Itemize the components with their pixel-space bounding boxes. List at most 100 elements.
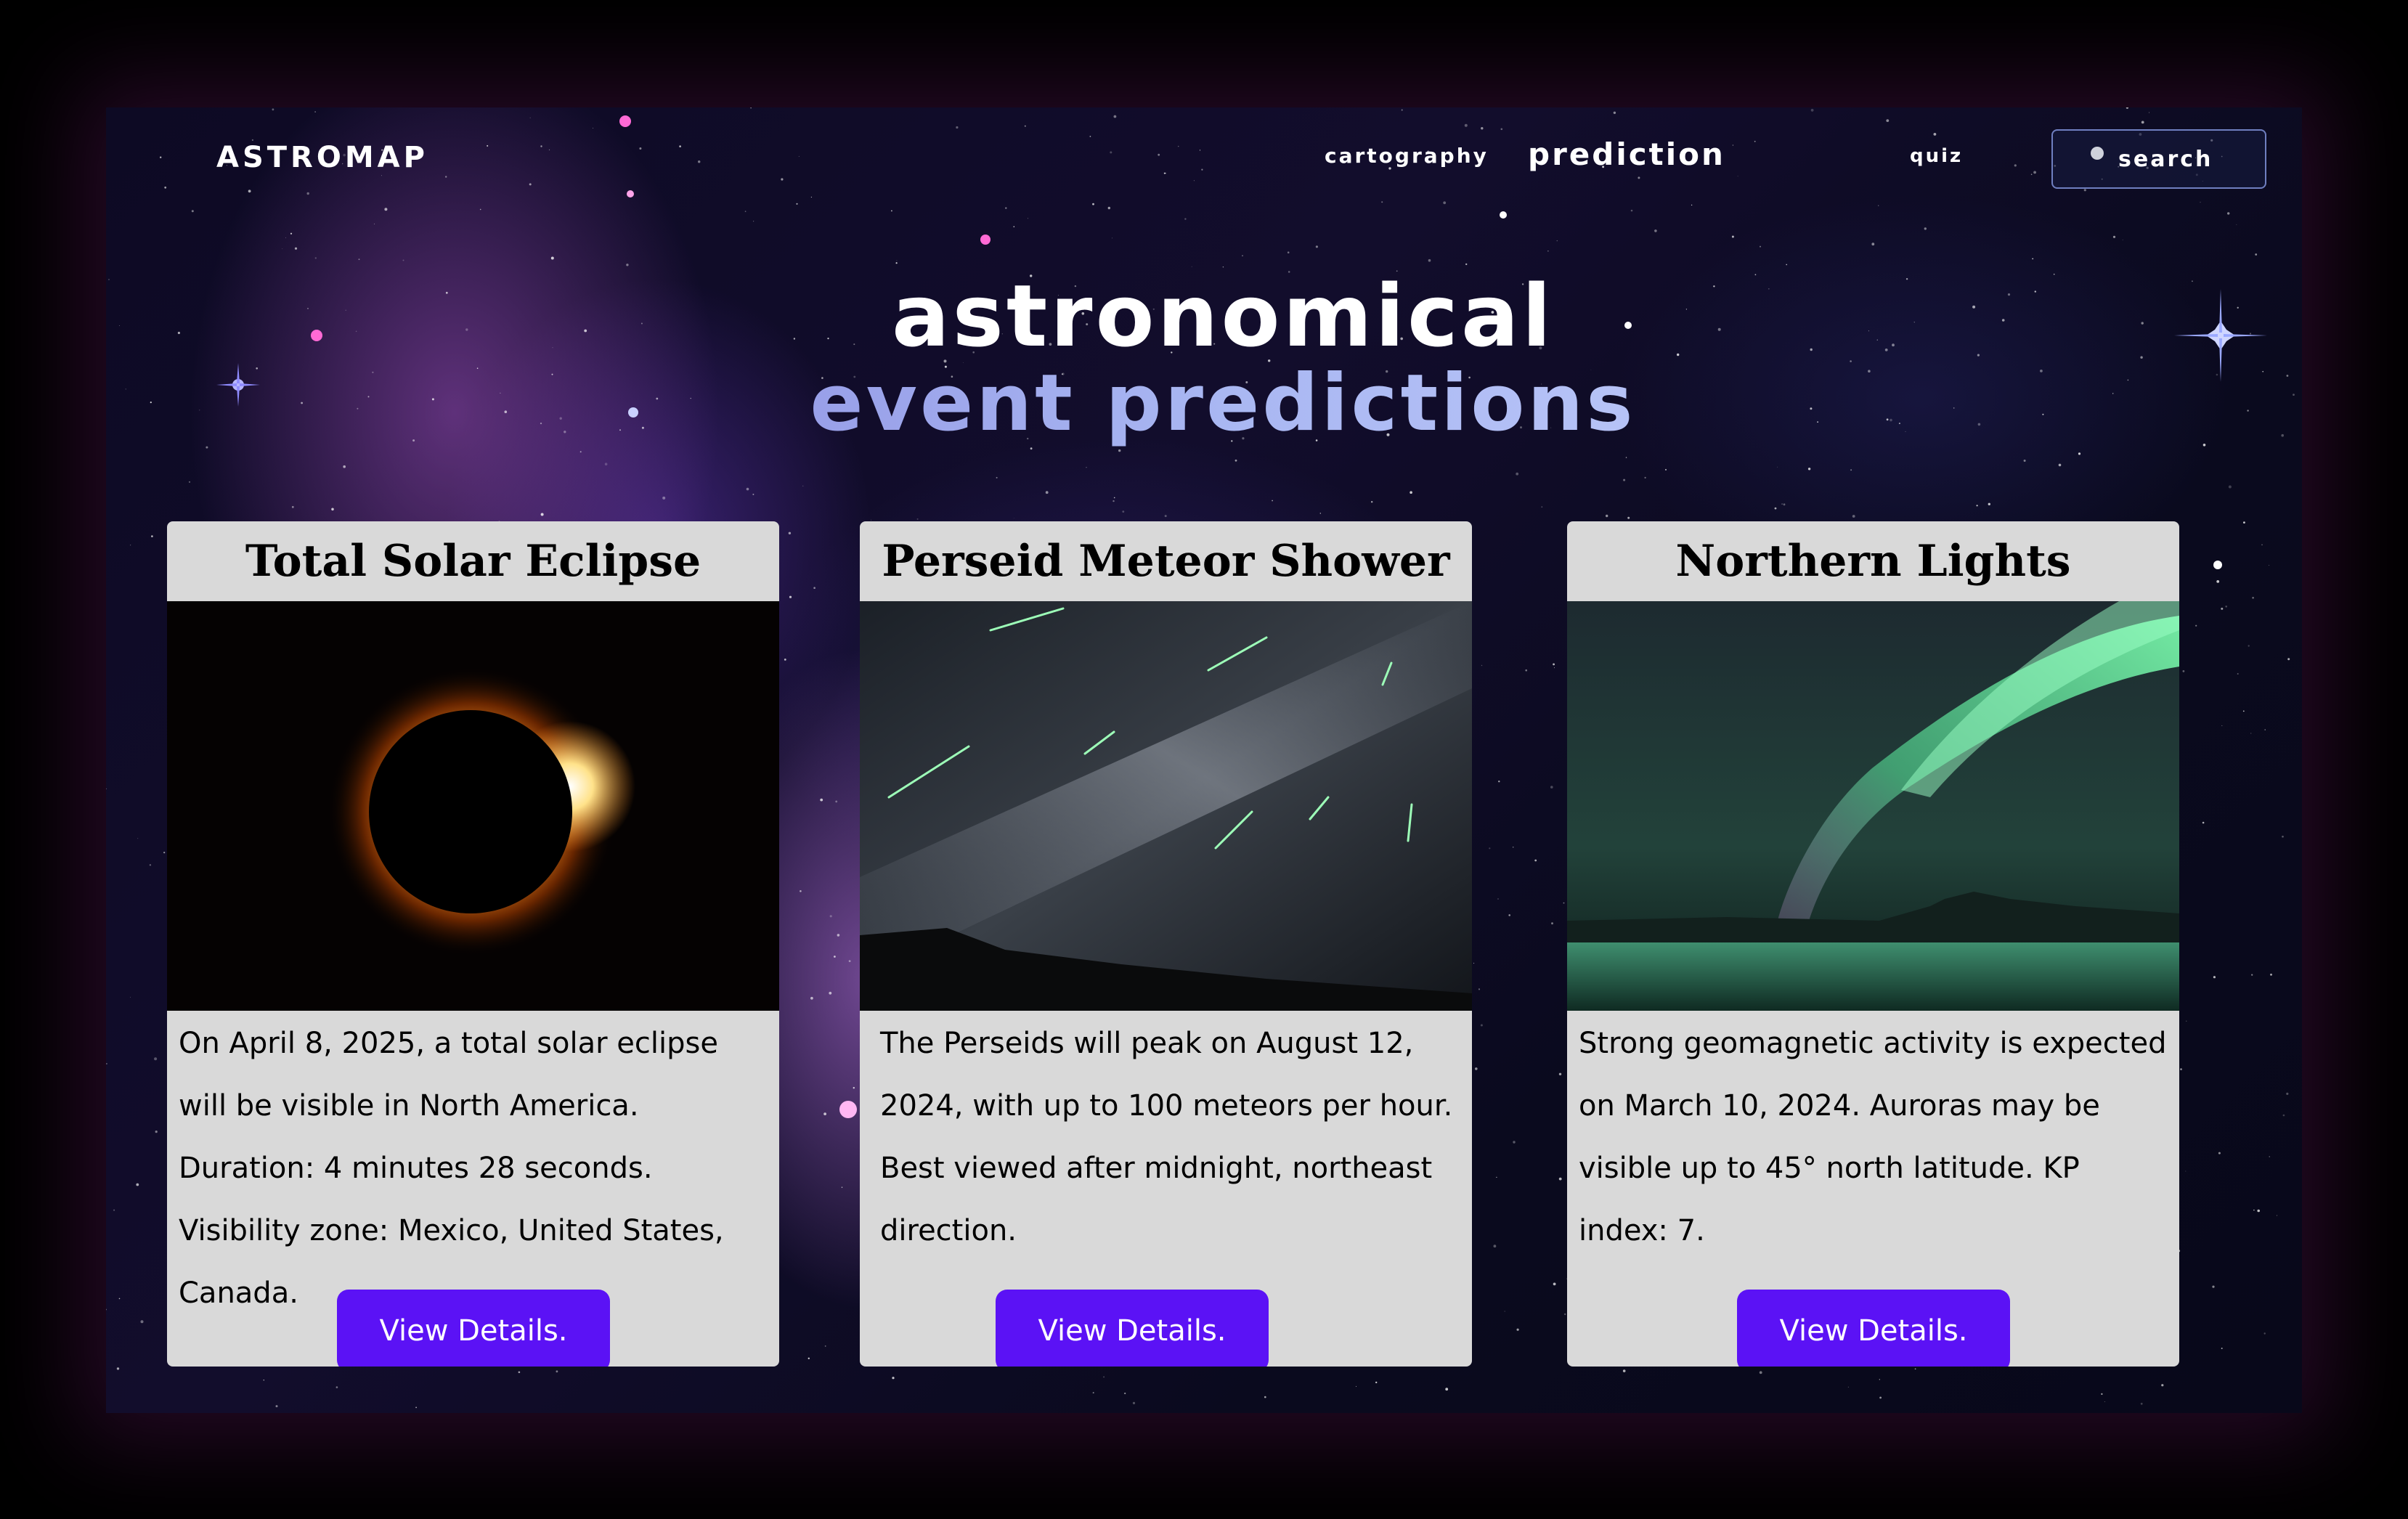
logo[interactable]: ASTROMAP	[216, 141, 428, 174]
star	[2112, 235, 2116, 238]
star	[1606, 514, 1608, 518]
star	[1878, 205, 1879, 206]
search-icon	[2091, 147, 2104, 160]
star	[1107, 206, 1111, 210]
star	[1512, 846, 1514, 848]
star	[1193, 180, 1195, 182]
star	[188, 481, 191, 483]
star	[1976, 505, 1978, 507]
star	[1122, 510, 1125, 513]
star	[1554, 667, 1555, 669]
star	[1654, 229, 1657, 232]
card-title: Perseid Meteor Shower	[882, 536, 1450, 587]
star	[1445, 1388, 1449, 1391]
star	[285, 237, 286, 238]
card-title: Total Solar Eclipse	[245, 536, 701, 587]
star	[1132, 1401, 1136, 1404]
nav-cartography[interactable]: cartography	[1325, 144, 1489, 168]
star	[2237, 673, 2239, 675]
aurora-image	[1567, 601, 2179, 1011]
star	[1534, 859, 1537, 862]
star	[1563, 902, 1565, 904]
star	[540, 513, 544, 516]
star	[1475, 1067, 1478, 1070]
star	[113, 1209, 115, 1211]
star	[698, 160, 701, 163]
page-frame: ASTROMAP cartography prediction quiz sea…	[106, 107, 2302, 1413]
star	[2282, 835, 2284, 838]
star	[1381, 201, 1383, 203]
star	[752, 493, 754, 495]
event-card-northern-lights: Northern Lights Strong geomagnetic activ…	[1567, 521, 2179, 1367]
star	[1481, 664, 1483, 667]
view-details-button[interactable]: View Details.	[1737, 1290, 2010, 1367]
star	[164, 186, 167, 189]
star	[2186, 1020, 2187, 1022]
star	[1184, 218, 1187, 220]
star	[2180, 1068, 2182, 1070]
star	[1807, 468, 1811, 471]
star	[163, 852, 166, 854]
star	[2252, 597, 2254, 599]
star	[1473, 963, 1475, 964]
star	[2286, 1092, 2289, 1095]
star	[1781, 503, 1783, 505]
hero-title-line2: event predictions	[125, 358, 2302, 449]
star	[1810, 108, 1814, 112]
star	[1630, 209, 1633, 212]
star	[108, 279, 110, 280]
star	[1623, 478, 1626, 481]
star	[1443, 201, 1447, 205]
meteor-shower-image	[860, 601, 1472, 1011]
star	[853, 1087, 855, 1089]
star	[2014, 164, 2017, 167]
star	[1933, 133, 1937, 136]
card-description: The Perseids will peak on August 12, 202…	[880, 1027, 1453, 1247]
event-card-solar-eclipse: Total Solar Eclipse On April 8, 2025, a …	[167, 521, 779, 1367]
star	[1513, 1141, 1516, 1144]
star	[116, 1367, 120, 1370]
star	[118, 1298, 121, 1300]
star	[248, 190, 251, 193]
star	[1113, 115, 1117, 118]
star	[137, 838, 139, 839]
star	[1914, 1368, 1916, 1370]
nav-prediction[interactable]: prediction	[1528, 137, 1725, 172]
star	[1112, 237, 1113, 239]
star	[1774, 507, 1777, 510]
star	[750, 107, 752, 109]
star	[1551, 922, 1553, 925]
star	[2269, 1156, 2270, 1157]
star	[2225, 606, 2227, 608]
star	[1481, 127, 1484, 130]
star	[784, 659, 786, 661]
star	[1497, 898, 1499, 900]
star	[746, 487, 749, 491]
star	[275, 1405, 278, 1408]
star	[820, 798, 823, 802]
star	[1886, 119, 1890, 122]
star	[2141, 121, 2144, 124]
star	[291, 505, 294, 508]
star	[1118, 449, 1121, 452]
star	[1924, 227, 1927, 230]
star	[2195, 624, 2197, 627]
star	[1550, 786, 1553, 789]
view-details-button[interactable]: View Details.	[996, 1290, 1269, 1367]
star	[2030, 174, 2033, 175]
search-label: search	[2118, 146, 2213, 172]
star	[1158, 153, 1160, 156]
star	[813, 587, 815, 589]
star	[810, 996, 813, 1000]
nav-quiz[interactable]: quiz	[1910, 145, 1963, 167]
hero-title-line1: astronomical	[891, 266, 1555, 366]
card-title: Northern Lights	[1675, 536, 2071, 587]
star	[294, 247, 298, 250]
view-details-button[interactable]: View Details.	[337, 1290, 610, 1367]
star	[829, 991, 832, 995]
search-button[interactable]: search	[2051, 129, 2266, 189]
star	[1201, 168, 1203, 171]
star	[149, 864, 152, 866]
star	[1005, 207, 1007, 209]
star	[556, 1370, 558, 1373]
